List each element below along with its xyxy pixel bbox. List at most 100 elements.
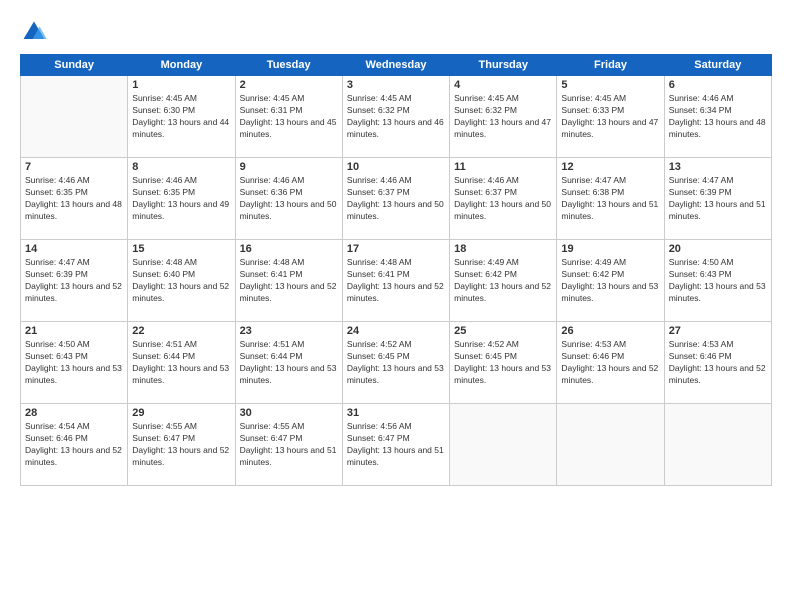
day-info: Sunrise: 4:52 AMSunset: 6:45 PMDaylight:… [347,339,445,387]
day-number: 6 [669,79,767,91]
day-number: 14 [25,243,123,255]
day-info: Sunrise: 4:50 AMSunset: 6:43 PMDaylight:… [25,339,123,387]
day-info: Sunrise: 4:51 AMSunset: 6:44 PMDaylight:… [132,339,230,387]
calendar-header: SundayMondayTuesdayWednesdayThursdayFrid… [21,55,772,76]
day-number: 15 [132,243,230,255]
calendar-cell: 7 Sunrise: 4:46 AMSunset: 6:35 PMDaylight… [21,158,128,240]
day-info: Sunrise: 4:47 AMSunset: 6:39 PMDaylight:… [669,175,767,223]
calendar-cell: 17 Sunrise: 4:48 AMSunset: 6:41 PMDayligh… [342,240,449,322]
day-info: Sunrise: 4:45 AMSunset: 6:30 PMDaylight:… [132,93,230,141]
calendar-cell: 23 Sunrise: 4:51 AMSunset: 6:44 PMDayligh… [235,322,342,404]
week-row-1: 1Sunrise: 4:45 AMSunset: 6:30 PMDaylight… [21,76,772,158]
day-info: Sunrise: 4:46 AMSunset: 6:37 PMDaylight:… [454,175,552,223]
day-number: 7 [25,161,123,173]
day-info: Sunrise: 4:48 AMSunset: 6:41 PMDaylight:… [240,257,338,305]
calendar-cell: 27Sunrise: 4:53 AMSunset: 6:46 PMDayligh… [664,322,771,404]
day-info: Sunrise: 4:45 AMSunset: 6:32 PMDaylight:… [347,93,445,141]
day-info: Sunrise: 4:50 AMSunset: 6:43 PMDaylight:… [669,257,767,305]
calendar-cell: 26 Sunrise: 4:53 AMSunset: 6:46 PMDayligh… [557,322,664,404]
calendar-cell: 16 Sunrise: 4:48 AMSunset: 6:41 PMDayligh… [235,240,342,322]
day-info: Sunrise: 4:46 AMSunset: 6:34 PMDaylight:… [669,93,767,141]
day-number: 19 [561,243,659,255]
calendar-cell: 9 Sunrise: 4:46 AMSunset: 6:36 PMDaylight… [235,158,342,240]
day-info: Sunrise: 4:51 AMSunset: 6:44 PMDaylight:… [240,339,338,387]
week-row-2: 7 Sunrise: 4:46 AMSunset: 6:35 PMDaylight… [21,158,772,240]
day-info: Sunrise: 4:46 AMSunset: 6:35 PMDaylight:… [132,175,230,223]
logo-icon [20,18,48,46]
calendar-cell: 24 Sunrise: 4:52 AMSunset: 6:45 PMDayligh… [342,322,449,404]
day-number: 3 [347,79,445,91]
day-number: 9 [240,161,338,173]
day-info: Sunrise: 4:46 AMSunset: 6:37 PMDaylight:… [347,175,445,223]
calendar-cell: 10 Sunrise: 4:46 AMSunset: 6:37 PMDayligh… [342,158,449,240]
calendar-cell [21,76,128,158]
calendar-cell: 6 Sunrise: 4:46 AMSunset: 6:34 PMDaylight… [664,76,771,158]
calendar-cell [557,404,664,486]
day-number: 11 [454,161,552,173]
weekday-header-saturday: Saturday [664,55,771,76]
weekday-header-thursday: Thursday [450,55,557,76]
day-info: Sunrise: 4:55 AMSunset: 6:47 PMDaylight:… [132,421,230,469]
calendar-cell: 8Sunrise: 4:46 AMSunset: 6:35 PMDaylight… [128,158,235,240]
day-info: Sunrise: 4:47 AMSunset: 6:39 PMDaylight:… [25,257,123,305]
day-number: 18 [454,243,552,255]
day-info: Sunrise: 4:53 AMSunset: 6:46 PMDaylight:… [669,339,767,387]
weekday-row: SundayMondayTuesdayWednesdayThursdayFrid… [21,55,772,76]
day-info: Sunrise: 4:54 AMSunset: 6:46 PMDaylight:… [25,421,123,469]
day-number: 23 [240,325,338,337]
day-info: Sunrise: 4:52 AMSunset: 6:45 PMDaylight:… [454,339,552,387]
day-number: 16 [240,243,338,255]
day-info: Sunrise: 4:46 AMSunset: 6:35 PMDaylight:… [25,175,123,223]
calendar-cell: 21Sunrise: 4:50 AMSunset: 6:43 PMDayligh… [21,322,128,404]
calendar-cell: 1Sunrise: 4:45 AMSunset: 6:30 PMDaylight… [128,76,235,158]
day-number: 5 [561,79,659,91]
day-number: 26 [561,325,659,337]
page: SundayMondayTuesdayWednesdayThursdayFrid… [0,0,792,612]
day-info: Sunrise: 4:48 AMSunset: 6:40 PMDaylight:… [132,257,230,305]
calendar-cell: 20 Sunrise: 4:50 AMSunset: 6:43 PMDayligh… [664,240,771,322]
day-number: 10 [347,161,445,173]
calendar-cell: 29 Sunrise: 4:55 AMSunset: 6:47 PMDayligh… [128,404,235,486]
day-number: 31 [347,407,445,419]
day-info: Sunrise: 4:49 AMSunset: 6:42 PMDaylight:… [561,257,659,305]
day-info: Sunrise: 4:45 AMSunset: 6:31 PMDaylight:… [240,93,338,141]
calendar-cell: 25 Sunrise: 4:52 AMSunset: 6:45 PMDayligh… [450,322,557,404]
week-row-3: 14 Sunrise: 4:47 AMSunset: 6:39 PMDayligh… [21,240,772,322]
week-row-4: 21Sunrise: 4:50 AMSunset: 6:43 PMDayligh… [21,322,772,404]
weekday-header-friday: Friday [557,55,664,76]
weekday-header-wednesday: Wednesday [342,55,449,76]
day-number: 17 [347,243,445,255]
day-number: 28 [25,407,123,419]
day-number: 29 [132,407,230,419]
calendar-body: 1Sunrise: 4:45 AMSunset: 6:30 PMDaylight… [21,76,772,486]
calendar-cell: 13Sunrise: 4:47 AMSunset: 6:39 PMDayligh… [664,158,771,240]
day-info: Sunrise: 4:46 AMSunset: 6:36 PMDaylight:… [240,175,338,223]
calendar-cell: 18Sunrise: 4:49 AMSunset: 6:42 PMDayligh… [450,240,557,322]
day-number: 30 [240,407,338,419]
day-info: Sunrise: 4:48 AMSunset: 6:41 PMDaylight:… [347,257,445,305]
weekday-header-tuesday: Tuesday [235,55,342,76]
calendar: SundayMondayTuesdayWednesdayThursdayFrid… [20,54,772,486]
day-info: Sunrise: 4:45 AMSunset: 6:32 PMDaylight:… [454,93,552,141]
day-info: Sunrise: 4:45 AMSunset: 6:33 PMDaylight:… [561,93,659,141]
day-number: 12 [561,161,659,173]
calendar-cell: 2Sunrise: 4:45 AMSunset: 6:31 PMDaylight… [235,76,342,158]
calendar-cell: 4Sunrise: 4:45 AMSunset: 6:32 PMDaylight… [450,76,557,158]
day-number: 25 [454,325,552,337]
calendar-cell: 19 Sunrise: 4:49 AMSunset: 6:42 PMDayligh… [557,240,664,322]
day-number: 24 [347,325,445,337]
calendar-cell: 15 Sunrise: 4:48 AMSunset: 6:40 PMDayligh… [128,240,235,322]
header [20,18,772,46]
week-row-5: 28 Sunrise: 4:54 AMSunset: 6:46 PMDayligh… [21,404,772,486]
day-info: Sunrise: 4:53 AMSunset: 6:46 PMDaylight:… [561,339,659,387]
calendar-cell: 31Sunrise: 4:56 AMSunset: 6:47 PMDayligh… [342,404,449,486]
calendar-cell: 28 Sunrise: 4:54 AMSunset: 6:46 PMDayligh… [21,404,128,486]
logo [20,18,52,46]
calendar-cell: 14 Sunrise: 4:47 AMSunset: 6:39 PMDayligh… [21,240,128,322]
calendar-cell: 3 Sunrise: 4:45 AMSunset: 6:32 PMDaylight… [342,76,449,158]
day-info: Sunrise: 4:55 AMSunset: 6:47 PMDaylight:… [240,421,338,469]
calendar-cell: 11 Sunrise: 4:46 AMSunset: 6:37 PMDayligh… [450,158,557,240]
day-number: 20 [669,243,767,255]
day-number: 22 [132,325,230,337]
calendar-cell: 12Sunrise: 4:47 AMSunset: 6:38 PMDayligh… [557,158,664,240]
